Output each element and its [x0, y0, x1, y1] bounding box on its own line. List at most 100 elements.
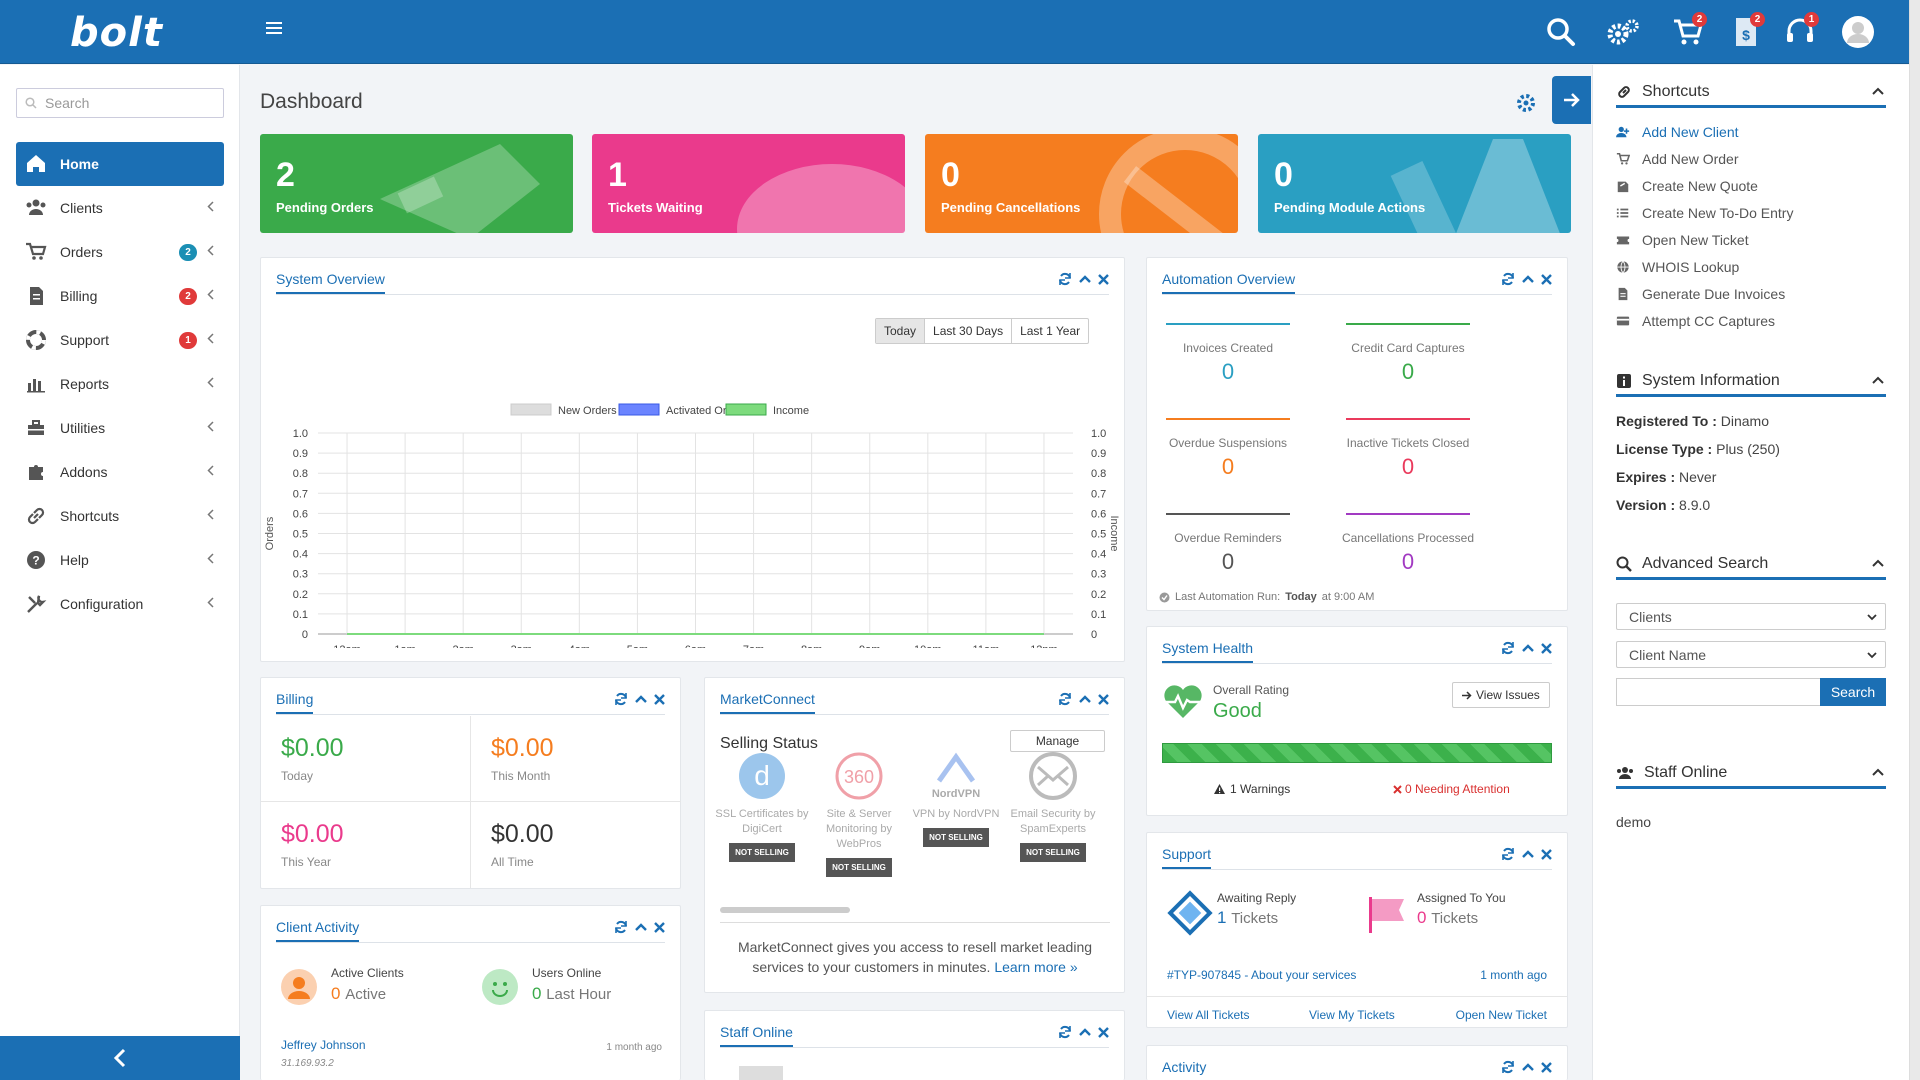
collapse-icon[interactable] [1079, 274, 1091, 284]
search-type-select[interactable]: Clients [1616, 603, 1886, 630]
logo[interactable]: bolt [70, 10, 163, 56]
refresh-icon[interactable] [1058, 692, 1072, 706]
close-icon[interactable] [1098, 693, 1109, 705]
shortcut-add-new-order[interactable]: Add New Order [1616, 145, 1886, 172]
refresh-icon[interactable] [1501, 847, 1515, 861]
support-headset-icon[interactable]: 1 [1782, 12, 1819, 50]
refresh-icon[interactable] [614, 920, 628, 934]
shortcut-add-new-client[interactable]: Add New Client [1616, 118, 1886, 145]
system-info-value: Never [1679, 469, 1717, 485]
shortcut-generate-due-invoices[interactable]: Generate Due Invoices [1616, 280, 1886, 307]
sidebar-collapse-button[interactable] [0, 1036, 240, 1080]
sidebar-item-label: Help [60, 552, 89, 568]
range-today[interactable]: Today [876, 319, 926, 343]
shortcut-open-new-ticket[interactable]: Open New Ticket [1616, 226, 1886, 253]
refresh-icon[interactable] [1058, 1025, 1072, 1039]
cart-badge: 2 [1692, 12, 1707, 27]
page-scrollbar[interactable] [1909, 0, 1920, 1080]
settings-gears-icon[interactable] [1605, 14, 1641, 50]
stat-card-pending-cancellations[interactable]: 0 Pending Cancellations [925, 134, 1238, 233]
toggle-right-panel-button[interactable] [1552, 76, 1591, 124]
awaiting-reply-count[interactable]: 1 Tickets [1217, 908, 1278, 928]
sidebar-item-clients[interactable]: Clients [16, 186, 224, 230]
advanced-search-input[interactable] [1616, 678, 1820, 706]
warnings-count[interactable]: 1 Warnings [1213, 782, 1290, 796]
collapse-icon[interactable] [1522, 643, 1534, 653]
sidebar-item-billing[interactable]: Billing 2 [16, 274, 224, 318]
collapse-icon[interactable] [1079, 1027, 1091, 1037]
stat-card-pending-module-actions[interactable]: 0 Pending Module Actions [1258, 134, 1571, 233]
collapse-icon[interactable] [635, 922, 647, 932]
sidebar-search-input[interactable]: Search [16, 88, 224, 118]
x-tick-label: 1am [394, 644, 415, 648]
collapse-icon[interactable] [1079, 694, 1091, 704]
marketconnect-item[interactable]: NordVPN VPN by NordVPN NOT SELLING [906, 751, 1006, 847]
close-icon[interactable] [654, 921, 665, 933]
collapse-icon[interactable] [1522, 849, 1534, 859]
sidebar-item-home[interactable]: Home [16, 142, 224, 186]
billing-icon[interactable]: $ 2 [1728, 12, 1765, 50]
marketconnect-item[interactable]: Email Security by SpamExperts NOT SELLING [1003, 751, 1103, 862]
marketconnect-item[interactable]: 360 Site & Server Monitoring by WebPros NO… [809, 751, 909, 877]
close-icon[interactable] [1541, 642, 1552, 654]
close-icon[interactable] [1541, 848, 1552, 860]
refresh-icon[interactable] [1501, 272, 1515, 286]
sidebar-item-help[interactable]: ? Help [16, 538, 224, 582]
sidebar-item-orders[interactable]: Orders 2 [16, 230, 224, 274]
refresh-icon[interactable] [1501, 1060, 1515, 1074]
cart-icon[interactable]: 2 [1670, 12, 1707, 50]
view-all-tickets-link[interactable]: View All Tickets [1167, 1008, 1249, 1022]
sidebar-item-reports[interactable]: Reports [16, 362, 224, 406]
advanced-search-section: Advanced Search Clients Client Name Sear… [1616, 550, 1886, 706]
view-issues-button[interactable]: View Issues [1452, 682, 1550, 708]
close-icon[interactable] [1541, 273, 1552, 285]
system-information-header[interactable]: System Information [1616, 367, 1886, 397]
sidebar-item-shortcuts[interactable]: Shortcuts [16, 494, 224, 538]
stat-card-tickets-waiting[interactable]: 1 Tickets Waiting [592, 134, 905, 233]
refresh-icon[interactable] [614, 692, 628, 706]
close-icon[interactable] [654, 693, 665, 705]
close-icon[interactable] [1098, 1026, 1109, 1038]
range-1-year[interactable]: Last 1 Year [1012, 319, 1088, 343]
refresh-icon[interactable] [1501, 641, 1515, 655]
search-icon[interactable] [1543, 14, 1579, 50]
refresh-icon[interactable] [1058, 272, 1072, 286]
recent-client-name[interactable]: Jeffrey Johnson [281, 1038, 366, 1052]
arrow-right-icon [1462, 690, 1472, 700]
manage-button[interactable]: Manage [1010, 730, 1105, 752]
sidebar-item-configuration[interactable]: Configuration [16, 582, 224, 626]
staff-online-name[interactable]: demo [1616, 814, 1886, 830]
menu-toggle-icon[interactable] [266, 22, 282, 36]
collapse-icon[interactable] [1522, 1062, 1534, 1072]
x-tick-label: 4am [569, 644, 590, 648]
range-30-days[interactable]: Last 30 Days [925, 319, 1013, 343]
close-icon[interactable] [1541, 1061, 1552, 1073]
shortcut-create-new-quote[interactable]: Create New Quote [1616, 172, 1886, 199]
advanced-search-header[interactable]: Advanced Search [1616, 550, 1886, 580]
shortcut-create-new-to-do-entry[interactable]: Create New To-Do Entry [1616, 199, 1886, 226]
shortcuts-header[interactable]: Shortcuts [1616, 78, 1886, 108]
view-my-tickets-link[interactable]: View My Tickets [1309, 1008, 1395, 1022]
sidebar-item-utilities[interactable]: Utilities [16, 406, 224, 450]
assigned-count[interactable]: 0 Tickets [1417, 908, 1478, 928]
sidebar-item-addons[interactable]: Addons [16, 450, 224, 494]
shortcut-attempt-cc-captures[interactable]: Attempt CC Captures [1616, 307, 1886, 334]
close-icon[interactable] [1098, 273, 1109, 285]
marketconnect-scrollbar[interactable] [720, 907, 850, 913]
marketconnect-item[interactable]: d SSL Certificates by DigiCert NOT SELLING [712, 751, 812, 862]
collapse-icon[interactable] [1522, 274, 1534, 284]
range-toggle: Today Last 30 Days Last 1 Year [875, 318, 1090, 344]
user-avatar-icon[interactable] [1840, 14, 1876, 50]
search-field-select[interactable]: Client Name [1616, 641, 1886, 668]
sidebar-item-support[interactable]: Support 1 [16, 318, 224, 362]
shortcut-whois-lookup[interactable]: WHOIS Lookup [1616, 253, 1886, 280]
open-new-ticket-link[interactable]: Open New Ticket [1456, 1008, 1547, 1022]
needing-attention-count[interactable]: 0 Needing Attention [1393, 782, 1510, 796]
learn-more-link[interactable]: Learn more » [994, 959, 1077, 975]
staff-online-header[interactable]: Staff Online [1616, 759, 1886, 789]
stat-card-pending-orders[interactable]: 2 Pending Orders [260, 134, 573, 233]
support-ticket-link[interactable]: #TYP-907845 - About your services [1167, 968, 1356, 982]
collapse-icon[interactable] [635, 694, 647, 704]
advanced-search-button[interactable]: Search [1820, 678, 1886, 706]
dashboard-settings-gear-icon[interactable] [1515, 92, 1537, 114]
